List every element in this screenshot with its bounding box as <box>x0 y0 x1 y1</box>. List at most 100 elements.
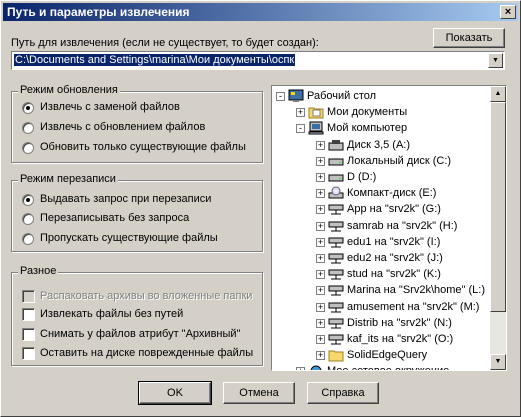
checkbox-nested-archives-label: Распаковать архивы во вложенные папки <box>40 290 253 302</box>
desktop-icon <box>288 89 304 103</box>
tree-scrollbar[interactable]: ▲ ▼ <box>490 86 506 370</box>
scroll-up-button[interactable]: ▲ <box>490 86 506 102</box>
expand-icon[interactable]: + <box>316 302 325 312</box>
network-drive-icon <box>328 219 344 233</box>
tree-item-label: App на "srv2k" (G:) <box>347 203 441 216</box>
close-button[interactable]: × <box>500 5 516 19</box>
collapse-icon[interactable]: - <box>296 124 305 134</box>
tree-item[interactable]: - Мой компьютер <box>272 120 490 136</box>
expand-icon[interactable]: + <box>316 335 325 344</box>
expand-icon[interactable]: + <box>296 108 305 118</box>
expand-icon[interactable]: + <box>316 254 325 263</box>
tree-item[interactable]: + Marina на "Srv2k\home" (L:) <box>272 282 490 298</box>
expand-icon[interactable]: + <box>316 205 325 215</box>
folder-documents-icon <box>308 105 324 119</box>
tree-item-label: edu1 на "srv2k" (I:) <box>347 235 441 248</box>
network-drive-icon <box>328 316 344 330</box>
radio-update[interactable] <box>22 122 34 134</box>
checkbox-archive-attr-label[interactable]: Снимать у файлов атрибут "Архивный" <box>40 328 240 340</box>
computer-icon <box>308 121 324 135</box>
tree-item[interactable]: + Локальный диск (C:) <box>272 153 490 169</box>
network-drive-icon <box>328 267 344 281</box>
checkbox-no-paths-label[interactable]: Извлекать файлы без путей <box>40 308 183 320</box>
scroll-thumb[interactable] <box>490 102 506 312</box>
scroll-down-button[interactable]: ▼ <box>490 354 506 370</box>
collapse-icon[interactable]: - <box>276 92 285 101</box>
expand-icon[interactable]: + <box>316 156 325 166</box>
expand-icon[interactable]: + <box>316 318 325 328</box>
checkbox-keep-broken-label[interactable]: Оставить на диске поврежденные файлы <box>40 347 253 359</box>
tree-item[interactable]: + stud на "srv2k" (K:) <box>272 266 490 282</box>
radio-skip[interactable] <box>22 233 34 245</box>
tree-item[interactable]: + Диск 3,5 (A:) <box>272 137 490 153</box>
expand-icon[interactable]: + <box>316 189 325 199</box>
path-label: Путь для извлечения (если не существует,… <box>11 37 319 49</box>
checkbox-no-paths[interactable] <box>22 308 35 321</box>
close-icon: × <box>504 6 512 18</box>
tree-item[interactable]: + D (D:) <box>272 169 490 185</box>
tree-item[interactable]: + samrab на "srv2k" (H:) <box>272 218 490 234</box>
tree-item[interactable]: + Компакт-диск (E:) <box>272 185 490 201</box>
hard-drive-icon <box>328 170 344 184</box>
checkbox-archive-attr[interactable] <box>22 328 35 341</box>
tree-item-label: kaf_its на "srv2k" (O:) <box>347 333 454 345</box>
radio-skip-label[interactable]: Пропускать существующие файлы <box>40 232 218 244</box>
tree-item[interactable]: + Мои документы <box>272 104 490 120</box>
misc-title: Разное <box>18 265 59 277</box>
tree-item-label: stud на "srv2k" (K:) <box>347 268 441 281</box>
network-drive-icon <box>328 283 344 297</box>
tree-item-label: Distrib на "srv2k" (N:) <box>347 316 452 329</box>
radio-overwrite-label[interactable]: Перезаписывать без запроса <box>40 212 189 224</box>
tree-item-label: edu2 на "srv2k" (J:) <box>347 252 443 264</box>
tree-item[interactable]: + edu1 на "srv2k" (I:) <box>272 234 490 250</box>
show-button[interactable]: Показать <box>433 28 505 48</box>
folder-tree[interactable]: - Рабочий стол + Мои документы - Мой компьюте… <box>271 85 507 371</box>
floppy-icon <box>328 138 344 152</box>
help-button[interactable]: Справка <box>307 382 379 404</box>
expand-icon[interactable]: + <box>316 237 325 247</box>
network-drive-icon <box>328 235 344 249</box>
expand-icon[interactable]: + <box>316 270 325 280</box>
tree-item[interactable]: + App на "srv2k" (G:) <box>272 201 490 217</box>
path-input[interactable]: C:\Documents and Settings\marina\Мои док… <box>14 54 296 66</box>
radio-ask[interactable] <box>22 194 34 206</box>
tree-item-label: SolidEdgeQuery <box>347 349 428 362</box>
hard-drive-icon <box>328 154 344 168</box>
title-bar: Путь и параметры извлечения × <box>3 3 518 21</box>
tree-item[interactable]: + edu2 на "srv2k" (J:) <box>272 250 490 266</box>
expand-icon[interactable]: + <box>316 173 325 182</box>
ok-button[interactable]: OK <box>138 381 212 405</box>
network-drive-icon <box>328 202 344 216</box>
path-dropdown-button[interactable]: ▼ <box>488 53 503 68</box>
tree-item[interactable]: + Distrib на "srv2k" (N:) <box>272 315 490 331</box>
radio-update-label[interactable]: Извлечь с обновлением файлов <box>40 121 205 133</box>
tree-item[interactable]: + amusement на "srv2k" (M:) <box>272 299 490 315</box>
tree-item-label: Компакт-диск (E:) <box>347 187 437 200</box>
expand-icon[interactable]: + <box>316 351 325 361</box>
tree-item[interactable]: + Мое сетевое окружение <box>272 363 490 370</box>
path-combobox[interactable]: C:\Documents and Settings\marina\Мои док… <box>11 51 505 70</box>
tree-item-label: Мой компьютер <box>327 122 408 135</box>
expand-icon[interactable]: + <box>296 367 305 370</box>
tree-item-label: Рабочий стол <box>307 90 377 102</box>
network-drive-icon <box>328 300 344 314</box>
chevron-up-icon: ▲ <box>494 90 502 97</box>
expand-icon[interactable]: + <box>316 221 325 231</box>
radio-replace-label[interactable]: Извлечь с заменой файлов <box>40 101 180 113</box>
tree-item[interactable]: + SolidEdgeQuery <box>272 347 490 363</box>
tree-item-label: Локальный диск (C:) <box>347 154 452 167</box>
tree-item-label: samrab на "srv2k" (H:) <box>347 219 458 232</box>
checkbox-keep-broken[interactable] <box>22 347 35 360</box>
cancel-button[interactable]: Отмена <box>223 382 295 404</box>
radio-refresh-label[interactable]: Обновить только существующие файлы <box>40 141 246 153</box>
radio-overwrite[interactable] <box>22 213 34 225</box>
expand-icon[interactable]: + <box>316 286 325 296</box>
expand-icon[interactable]: + <box>316 140 325 150</box>
radio-refresh[interactable] <box>22 142 34 154</box>
tree-item[interactable]: - Рабочий стол <box>272 88 490 104</box>
checkbox-nested-archives[interactable] <box>22 290 35 303</box>
tree-item[interactable]: + kaf_its на "srv2k" (O:) <box>272 331 490 347</box>
radio-ask-label[interactable]: Выдавать запрос при перезаписи <box>40 193 211 205</box>
tree-item-label: Marina на "Srv2k\home" (L:) <box>347 284 485 297</box>
radio-replace[interactable] <box>22 102 34 114</box>
